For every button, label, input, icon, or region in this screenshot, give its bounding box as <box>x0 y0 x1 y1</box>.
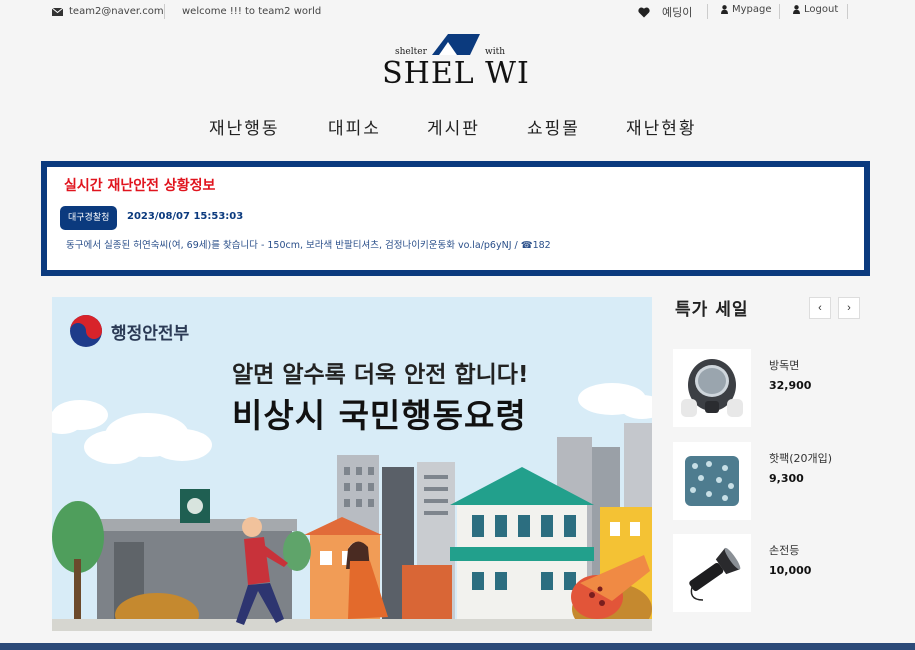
product-image[interactable] <box>673 442 751 520</box>
product-price: 9,300 <box>769 472 804 485</box>
mypage-link[interactable]: Mypage <box>721 4 772 15</box>
alert-message[interactable]: 동구에서 실종된 허연숙씨(여, 69세)를 찾습니다 - 150cm, 보라색… <box>66 237 551 251</box>
nav-item-shelters[interactable]: 대피소 <box>328 114 381 139</box>
banner-title: 비상시 국민행동요령 <box>232 396 527 435</box>
product-card[interactable]: 손전등 10,000 <box>673 534 913 614</box>
user-menu[interactable]: 예딩이 <box>638 4 692 20</box>
mypage-label: Mypage <box>732 4 772 15</box>
chevron-right-icon: › <box>847 302 851 314</box>
nav-item-board[interactable]: 게시판 <box>427 114 480 139</box>
product-image[interactable] <box>673 534 751 612</box>
promo-banner[interactable]: 행정안전부 알면 알수록 더욱 안전 합니다! 비상시 국민행동요령 <box>52 297 652 631</box>
contact-email[interactable]: team2@naver.com <box>52 6 164 17</box>
product-image[interactable] <box>673 349 751 427</box>
footer-strip <box>0 643 915 650</box>
hot-pack-icon <box>685 456 739 506</box>
divider <box>164 4 165 19</box>
logo-wordmark: SHEL WI <box>382 56 530 91</box>
nav-item-disaster-status[interactable]: 재난현황 <box>626 114 697 139</box>
realtime-alert-panel: 실시간 재난안전 상황정보 대구경찰청 2023/08/07 15:53:03 … <box>41 161 870 276</box>
flashlight-icon <box>689 547 741 601</box>
user-name: 예딩이 <box>662 6 693 19</box>
nav-item-disaster-actions[interactable]: 재난행동 <box>209 114 280 139</box>
product-card[interactable]: 방독면 32,900 <box>673 349 913 429</box>
logout-label: Logout <box>804 4 839 15</box>
alert-source-badge: 대구경찰청 <box>60 206 118 230</box>
gas-mask-icon <box>681 359 743 417</box>
product-name: 손전등 <box>769 544 800 557</box>
email-text: team2@naver.com <box>69 6 164 17</box>
divider <box>779 4 780 19</box>
banner-headline: 알면 알수록 더욱 안전 합니다! <box>232 362 529 388</box>
sale-next-button[interactable]: › <box>838 297 860 319</box>
top-utility-bar: team2@naver.com welcome !!! to team2 wor… <box>0 0 915 24</box>
alert-title: 실시간 재난안전 상황정보 <box>64 178 216 194</box>
banner-ministry-name: 행정안전부 <box>111 324 190 344</box>
divider <box>847 4 848 19</box>
product-card[interactable]: 핫팩(20개입) 9,300 <box>673 442 913 522</box>
logout-link[interactable]: Logout <box>793 4 838 15</box>
product-price: 32,900 <box>769 379 812 392</box>
divider <box>707 4 708 19</box>
heart-icon <box>638 7 650 17</box>
main-nav: 재난행동 대피소 게시판 쇼핑몰 재난현황 <box>0 114 915 142</box>
sale-section-title: 특가 세일 <box>675 300 749 320</box>
site-logo[interactable]: shelter with SHEL WI <box>378 30 538 96</box>
product-name: 핫팩(20개입) <box>769 452 833 465</box>
welcome-text: welcome !!! to team2 world <box>182 6 322 17</box>
roof-icon <box>432 34 480 55</box>
chevron-left-icon: ‹ <box>818 302 822 314</box>
product-name: 방독면 <box>769 359 800 372</box>
banner-illustration <box>52 315 652 631</box>
envelope-icon <box>52 7 63 16</box>
alert-timestamp: 2023/08/07 15:53:03 <box>127 211 244 222</box>
user-icon <box>721 5 728 14</box>
user-icon <box>793 5 800 14</box>
sale-prev-button[interactable]: ‹ <box>809 297 831 319</box>
product-price: 10,000 <box>769 564 812 577</box>
nav-item-shop[interactable]: 쇼핑몰 <box>527 114 580 139</box>
